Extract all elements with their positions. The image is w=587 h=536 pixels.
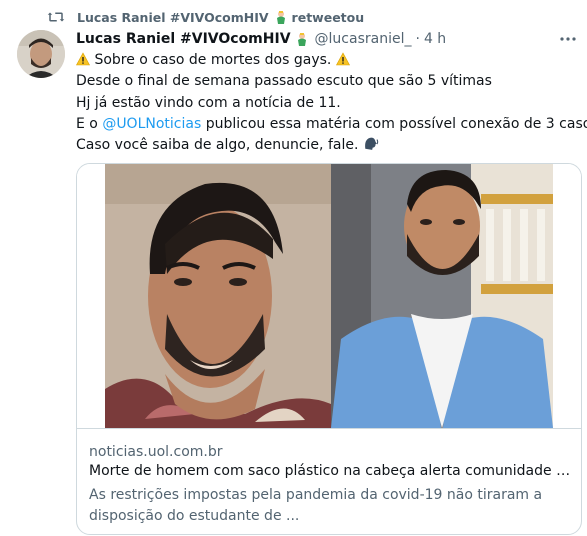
rainbow-emoji-icon [276,11,285,24]
card-domain: noticias.uol.com.br [89,444,223,460]
tweet-text: Sobre o caso de mortes dos gays. Desde o… [76,50,587,156]
warning-emoji-icon [76,52,90,66]
tweet-line-4: E o @UOLNoticias publicou essa matéria c… [76,114,587,135]
card-title[interactable]: Morte de homem com saco plástico na cabe… [89,463,573,479]
retweeter-name[interactable]: Lucas Raniel #VIVOcomHIV [77,10,269,25]
card-description-line-2: disposição do estudante de ... [89,508,300,524]
retweet-icon [47,12,65,22]
tweet-line-1-text: Sobre o caso de mortes dos gays. [94,52,332,68]
user-handle[interactable]: @lucasraniel_ [315,31,412,47]
card-photo-left [105,164,331,428]
header-separator: · [415,31,420,47]
timestamp[interactable]: 4 h [424,31,446,47]
tweet-line-1: Sobre o caso de mortes dos gays. [76,50,584,71]
rainbow-emoji-icon [297,33,306,46]
tweet-line-2: Desde o final de semana passado escuto q… [76,73,492,90]
tweet-line-3: Hj já estão vindo com a notícia de 11. [76,94,341,111]
tweet-header: Lucas Raniel #VIVOcomHIV @lucasraniel_ ·… [76,30,577,48]
display-name[interactable]: Lucas Raniel #VIVOcomHIV [76,31,291,47]
tweet-line-5: Caso você saiba de algo, denuncie, fale. [76,135,584,156]
avatar[interactable] [17,30,65,78]
tweet-line-5-text: Caso você saiba de algo, denuncie, fale. [76,137,359,154]
card-image[interactable] [77,164,581,428]
card-description: As restrições impostas pela pandemia da … [89,485,573,527]
speaking-head-emoji-icon [364,137,379,151]
more-icon[interactable] [559,30,577,48]
card-photo-right [331,164,553,428]
tweet-line-4-end: publicou essa matéria com possível conex… [201,115,587,132]
avatar-image [17,30,65,78]
link-card[interactable]: noticias.uol.com.br Morte de homem com s… [76,163,582,535]
retweet-context[interactable]: Lucas Raniel #VIVOcomHIV retweetou [47,9,364,25]
card-divider [77,428,581,429]
tweet-line-4-start: E o [76,115,103,132]
mention-link[interactable]: @UOLNoticias [102,116,201,132]
warning-emoji-icon [335,52,350,66]
card-description-line-1: As restrições impostas pela pandemia da … [89,487,543,503]
retweet-label: retweetou [291,9,365,25]
